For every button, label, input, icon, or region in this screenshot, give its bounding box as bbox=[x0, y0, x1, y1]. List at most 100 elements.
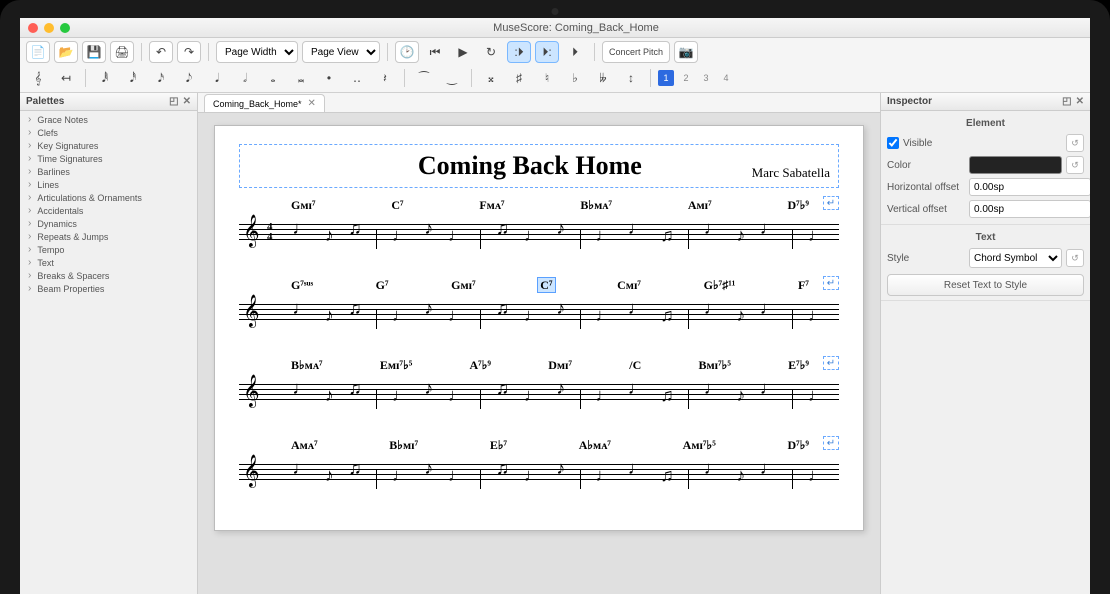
note[interactable]: ♩ bbox=[448, 385, 466, 406]
note[interactable]: ♩ bbox=[595, 225, 613, 246]
note[interactable]: ♪ bbox=[736, 465, 745, 486]
voice-3-button[interactable]: 3 bbox=[698, 70, 714, 86]
chord-symbol[interactable]: B♭ᴍɪ⁷ bbox=[389, 438, 418, 452]
tie-button[interactable]: ⁀ bbox=[412, 67, 436, 89]
voice-2-button[interactable]: 2 bbox=[678, 70, 694, 86]
note[interactable]: ♫ bbox=[660, 225, 674, 246]
chord-symbol[interactable]: /C bbox=[629, 358, 641, 372]
note[interactable]: ♪ bbox=[556, 218, 565, 239]
loop-out-button[interactable]: ⏵: bbox=[535, 41, 559, 63]
note-input-button[interactable]: 𝄞 bbox=[26, 67, 50, 89]
style-reset-button[interactable]: ↺ bbox=[1066, 249, 1084, 267]
note[interactable]: ♩ bbox=[760, 218, 778, 239]
note[interactable]: ♩ bbox=[760, 458, 778, 479]
chord-symbol[interactable]: Gᴍɪ⁷ bbox=[291, 198, 316, 212]
hoffset-input[interactable] bbox=[969, 178, 1090, 196]
style-select[interactable]: Chord Symbol bbox=[969, 248, 1062, 268]
system-break-icon[interactable]: ↵ bbox=[823, 436, 839, 450]
chord-symbol[interactable]: E♭⁷ bbox=[490, 438, 507, 452]
palette-item[interactable]: Text bbox=[20, 256, 197, 269]
staff[interactable]: 𝄞♩♪♫♩♪♩♫♩♪♩♩♫♩♪♩♩ bbox=[239, 294, 839, 334]
note-64th-button[interactable]: 𝅘𝅥𝅱 bbox=[93, 67, 117, 89]
undo-button[interactable]: ↶ bbox=[149, 41, 173, 63]
palette-item[interactable]: Articulations & Ornaments bbox=[20, 191, 197, 204]
note[interactable]: ♩ bbox=[392, 465, 410, 486]
note[interactable]: ♩ bbox=[524, 385, 542, 406]
voffset-input[interactable] bbox=[969, 200, 1090, 218]
staff[interactable]: 𝄞♩♪♫♩♪♩♫♩♪♩♩♫♩♪♩♩ bbox=[239, 454, 839, 494]
note[interactable]: ♫ bbox=[496, 458, 510, 479]
note[interactable]: ♩ bbox=[292, 218, 310, 239]
note[interactable]: ♩ bbox=[524, 465, 542, 486]
note[interactable]: ♩ bbox=[628, 378, 646, 399]
note[interactable]: ♫ bbox=[660, 465, 674, 486]
chord-symbol[interactable]: Gᴍɪ⁷ bbox=[451, 278, 476, 292]
chord-symbol[interactable]: D⁷♭⁹ bbox=[787, 438, 809, 452]
note[interactable]: ♩ bbox=[760, 298, 778, 319]
system-break-icon[interactable]: ↵ bbox=[823, 276, 839, 290]
note[interactable]: ♪ bbox=[556, 458, 565, 479]
note[interactable]: ♩ bbox=[808, 385, 826, 406]
note[interactable]: ♪ bbox=[325, 465, 334, 486]
palette-item[interactable]: Accidentals bbox=[20, 204, 197, 217]
note[interactable]: ♪ bbox=[736, 385, 745, 406]
score-composer[interactable]: Marc Sabatella bbox=[752, 165, 830, 181]
palette-item[interactable]: Grace Notes bbox=[20, 113, 197, 126]
visible-reset-button[interactable]: ↺ bbox=[1066, 134, 1084, 152]
chord-symbol[interactable]: Bᴍɪ⁷♭⁵ bbox=[698, 358, 730, 372]
print-button[interactable]: 🖨 bbox=[110, 41, 134, 63]
palette-item[interactable]: Repeats & Jumps bbox=[20, 230, 197, 243]
note[interactable]: ♪ bbox=[424, 218, 433, 239]
note[interactable]: ♪ bbox=[736, 305, 745, 326]
note[interactable]: ♩ bbox=[292, 458, 310, 479]
flat-button[interactable]: ♭ bbox=[563, 67, 587, 89]
note[interactable]: ♩ bbox=[704, 378, 722, 399]
note[interactable]: ♩ bbox=[704, 298, 722, 319]
chord-symbol[interactable]: Cᴍɪ⁷ bbox=[617, 278, 641, 292]
visible-checkbox[interactable] bbox=[887, 137, 899, 149]
note[interactable]: ♫ bbox=[496, 218, 510, 239]
double-dot-button[interactable]: ‥ bbox=[345, 67, 369, 89]
chord-symbol[interactable]: F⁷ bbox=[798, 278, 809, 292]
note[interactable]: ♩ bbox=[760, 378, 778, 399]
new-file-button[interactable]: 📄 bbox=[26, 41, 50, 63]
palette-item[interactable]: Key Signatures bbox=[20, 139, 197, 152]
chord-symbol[interactable]: Eᴍɪ⁷♭⁵ bbox=[380, 358, 412, 372]
note[interactable]: ♩ bbox=[808, 225, 826, 246]
title-frame[interactable]: Coming Back Home Marc Sabatella bbox=[239, 144, 839, 188]
chord-symbol[interactable]: G♭⁷♯¹¹ bbox=[704, 278, 736, 292]
palette-item[interactable]: Beam Properties bbox=[20, 282, 197, 295]
view-select[interactable]: Page View bbox=[302, 41, 380, 63]
note[interactable]: ♩ bbox=[524, 225, 542, 246]
note[interactable]: ♪ bbox=[736, 225, 745, 246]
chord-symbol[interactable]: G⁷ bbox=[376, 278, 389, 292]
palette-item[interactable]: Clefs bbox=[20, 126, 197, 139]
note[interactable]: ♩ bbox=[448, 305, 466, 326]
palette-item[interactable]: Lines bbox=[20, 178, 197, 191]
note[interactable]: ♪ bbox=[325, 225, 334, 246]
note[interactable]: ♩ bbox=[292, 298, 310, 319]
chord-symbol[interactable]: Aᴍɪ⁷ bbox=[688, 198, 712, 212]
zoom-window-button[interactable] bbox=[60, 23, 70, 33]
natural-button[interactable]: ♮ bbox=[535, 67, 559, 89]
slur-button[interactable]: ‿ bbox=[440, 67, 464, 89]
double-sharp-button[interactable]: 𝄪 bbox=[479, 67, 503, 89]
note[interactable]: ♪ bbox=[424, 298, 433, 319]
note[interactable]: ♫ bbox=[348, 298, 362, 319]
note[interactable]: ♪ bbox=[424, 458, 433, 479]
note[interactable]: ♩ bbox=[628, 458, 646, 479]
time-signature[interactable]: 44 bbox=[267, 222, 273, 242]
chord-symbol[interactable]: A♭ᴍᴀ⁷ bbox=[579, 438, 611, 452]
palette-item[interactable]: Breaks & Spacers bbox=[20, 269, 197, 282]
score-canvas[interactable]: Coming Back Home Marc Sabatella Gᴍɪ⁷C⁷Fᴍ… bbox=[198, 113, 880, 594]
note[interactable]: ♩ bbox=[292, 378, 310, 399]
note[interactable]: ♩ bbox=[704, 218, 722, 239]
note[interactable]: ♩ bbox=[595, 465, 613, 486]
chord-symbol[interactable]: Dᴍɪ⁷ bbox=[548, 358, 572, 372]
note-half-button[interactable]: 𝅗𝅥 bbox=[233, 67, 257, 89]
note[interactable]: ♪ bbox=[424, 378, 433, 399]
note[interactable]: ♩ bbox=[808, 305, 826, 326]
rewind-button[interactable]: ⏮ bbox=[423, 41, 447, 63]
chord-symbol[interactable]: Aᴍɪ⁷♭⁵ bbox=[683, 438, 716, 452]
concert-pitch-button[interactable]: Concert Pitch bbox=[602, 41, 670, 63]
